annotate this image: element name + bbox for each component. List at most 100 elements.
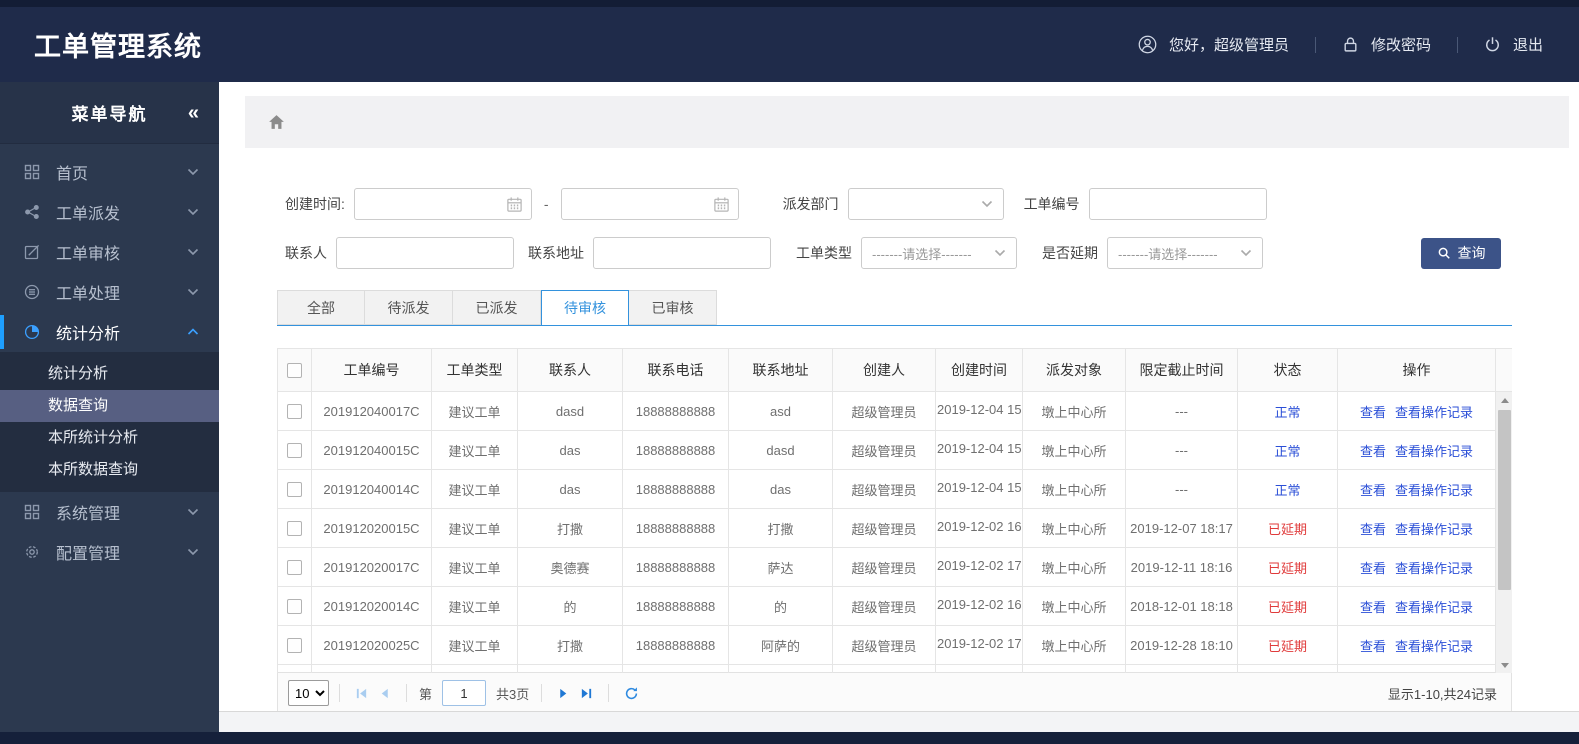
table-cell — [622, 664, 729, 673]
row-checkbox[interactable] — [287, 404, 302, 420]
prev-page-button[interactable] — [373, 687, 396, 700]
sidebar-item-首页[interactable]: 首页 — [0, 152, 219, 192]
order-no-input[interactable] — [1088, 188, 1267, 220]
scrollbar-thumb[interactable] — [1498, 410, 1511, 590]
calendar-icon[interactable] — [506, 196, 523, 213]
row-checkbox[interactable] — [287, 638, 302, 654]
table-cell — [311, 664, 432, 673]
column-header: 创建时间 — [935, 348, 1023, 392]
view-link[interactable]: 查看 — [1360, 561, 1386, 576]
sidebar-item-统计分析[interactable]: 统计分析 — [0, 312, 219, 352]
view-log-link[interactable]: 查看操作记录 — [1395, 600, 1473, 615]
view-log-link[interactable]: 查看操作记录 — [1395, 483, 1473, 498]
chevron-down-icon — [187, 248, 199, 256]
sidebar-item-配置管理[interactable]: 配置管理 — [0, 532, 219, 572]
address-label: 联系地址 — [528, 245, 584, 261]
row-checkbox[interactable] — [287, 599, 302, 615]
page-size-select[interactable]: 10 — [288, 680, 329, 706]
view-link[interactable]: 查看 — [1360, 444, 1386, 459]
sidebar-menu: 首页 工单派发 工单审核 工单处理 统计分析 统计分析 数据查询 本所统计分析 本所数据查询 系统… — [0, 152, 219, 572]
table-scrollbar[interactable] — [1495, 392, 1512, 673]
table-cell: 的 — [728, 586, 833, 626]
view-link[interactable]: 查看 — [1360, 600, 1386, 615]
table-cell — [277, 430, 312, 470]
view-log-link[interactable]: 查看操作记录 — [1395, 639, 1473, 654]
status-badge: 正常 — [1274, 404, 1301, 420]
tab-已审核[interactable]: 已审核 — [629, 290, 717, 325]
table-cell: 正常 — [1237, 391, 1338, 431]
view-link[interactable]: 查看 — [1360, 639, 1386, 654]
first-page-button[interactable] — [350, 687, 373, 700]
sidebar-item-系统管理[interactable]: 系统管理 — [0, 492, 219, 532]
tab-待派发[interactable]: 待派发 — [365, 290, 453, 325]
sidebar-item-工单处理[interactable]: 工单处理 — [0, 272, 219, 312]
column-header: 联系人 — [517, 348, 623, 392]
dispatch-dept-select[interactable] — [847, 188, 1004, 220]
view-log-link[interactable]: 查看操作记录 — [1395, 561, 1473, 576]
table-cell: 正常 — [1237, 469, 1338, 509]
table-row-partial — [277, 664, 1512, 673]
contact-input[interactable] — [336, 237, 514, 269]
tab-待审核[interactable]: 待审核 — [541, 290, 629, 326]
view-log-link[interactable]: 查看操作记录 — [1395, 405, 1473, 420]
table-cell — [832, 664, 936, 673]
total-pages: 共3页 — [496, 686, 530, 702]
sidebar-subitem-本所统计分析[interactable]: 本所统计分析 — [0, 422, 219, 454]
table-cell — [935, 664, 1023, 673]
collapse-icon[interactable]: « — [188, 103, 199, 123]
sidebar-subitem-本所数据查询[interactable]: 本所数据查询 — [0, 454, 219, 486]
order-type-select[interactable]: -------请选择------- — [861, 237, 1017, 269]
sidebar-title: 菜单导航 — [71, 105, 148, 124]
calendar-icon[interactable] — [713, 196, 730, 213]
delay-select[interactable]: -------请选择------- — [1107, 237, 1263, 269]
view-log-link[interactable]: 查看操作记录 — [1395, 522, 1473, 537]
table-cell: 超级管理员 — [832, 586, 936, 626]
search-button-label: 查询 — [1457, 245, 1486, 261]
next-page-button[interactable] — [552, 687, 575, 700]
tab-全部[interactable]: 全部 — [277, 290, 365, 325]
create-time-end-input[interactable] — [560, 188, 739, 220]
table-row: 201912020025C 建议工单 打撒 18888888888 阿萨的 超级管理员 20… — [277, 625, 1512, 665]
row-checkbox[interactable] — [287, 560, 302, 576]
change-password-button[interactable]: 修改密码 — [1342, 34, 1431, 55]
last-page-button[interactable] — [575, 687, 598, 700]
table-cell — [277, 664, 312, 673]
table-cell: 超级管理员 — [832, 391, 936, 431]
scroll-up-arrow-icon[interactable] — [1496, 392, 1512, 408]
select-all-checkbox[interactable] — [287, 363, 302, 379]
sidebar-subitem-数据查询[interactable]: 数据查询 — [0, 390, 219, 422]
create-time-text: 2019-12-04 15 — [937, 480, 1021, 495]
lock-icon — [1342, 36, 1359, 53]
tab-已派发[interactable]: 已派发 — [453, 290, 541, 325]
filter-row-2: 联系人 联系地址 工单类型 -------请选择------- 是否延期 ---… — [285, 237, 1515, 269]
refresh-icon[interactable] — [619, 686, 644, 701]
sidebar-subitem-统计分析[interactable]: 统计分析 — [0, 358, 219, 390]
create-time-text: 2019-12-04 15 — [937, 402, 1021, 417]
page-number-input[interactable] — [442, 680, 487, 706]
search-button[interactable]: 查询 — [1421, 237, 1501, 269]
home-icon[interactable] — [267, 113, 286, 132]
address-input[interactable] — [593, 237, 771, 269]
view-log-link[interactable]: 查看操作记录 — [1395, 444, 1473, 459]
table-cell: 打撒 — [517, 508, 623, 548]
column-header: 创建人 — [832, 348, 936, 392]
table-cell: dasd — [517, 391, 623, 431]
table-cell: 墩上中心所 — [1022, 430, 1126, 470]
footer-bar — [0, 732, 1579, 744]
scroll-down-arrow-icon[interactable] — [1496, 657, 1512, 673]
row-checkbox[interactable] — [287, 443, 302, 459]
row-checkbox[interactable] — [287, 482, 302, 498]
row-checkbox[interactable] — [287, 521, 302, 537]
create-time-start-input[interactable] — [353, 188, 532, 220]
view-link[interactable]: 查看 — [1360, 483, 1386, 498]
view-link[interactable]: 查看 — [1360, 522, 1386, 537]
table-cell: 2019-12-02 16 — [935, 508, 1023, 548]
sidebar-item-工单派发[interactable]: 工单派发 — [0, 192, 219, 232]
column-header: 联系电话 — [622, 348, 729, 392]
sidebar-item-工单审核[interactable]: 工单审核 — [0, 232, 219, 272]
logout-button[interactable]: 退出 — [1484, 34, 1543, 55]
user-greeting[interactable]: 您好，超级管理员 — [1138, 34, 1289, 55]
user-icon — [1138, 35, 1157, 54]
table-cell: 2019-12-04 15 — [935, 469, 1023, 509]
view-link[interactable]: 查看 — [1360, 405, 1386, 420]
